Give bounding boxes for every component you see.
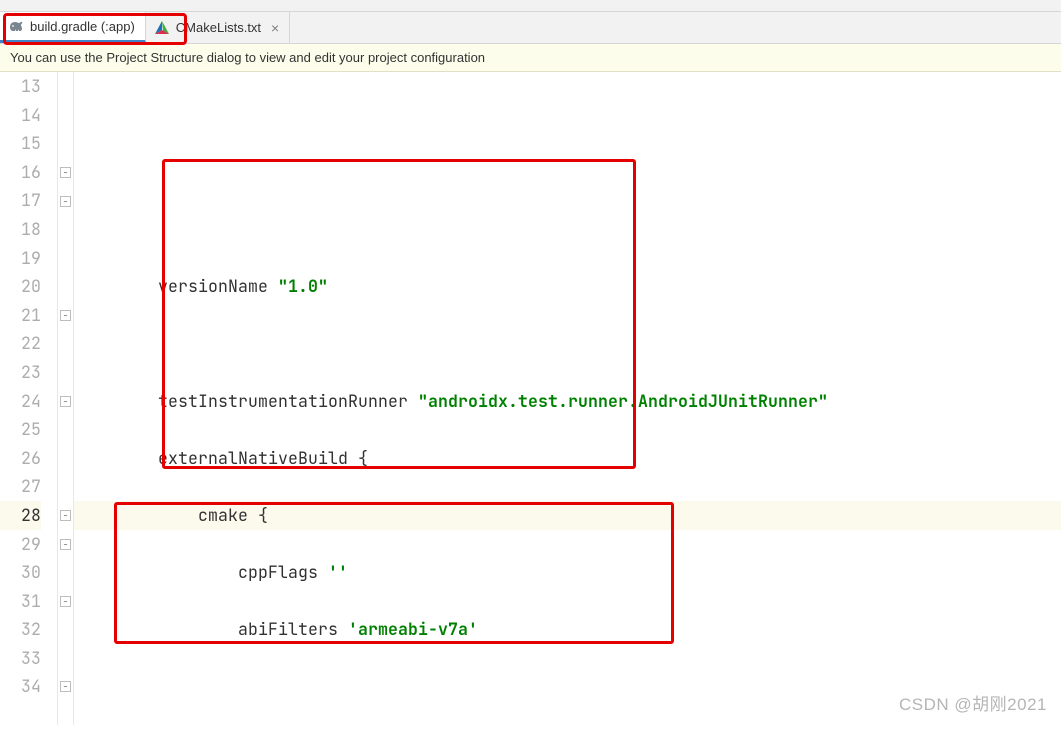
line-number: 20 (0, 272, 41, 301)
line-number: 30 (0, 558, 41, 587)
line-number: 23 (0, 358, 41, 387)
line-number: 13 (0, 72, 41, 101)
code-line: cppFlags '' (78, 558, 1061, 587)
editor-tabs: build.gradle (:app) CMakeLists.txt × (0, 12, 1061, 44)
code-line: cmake { (78, 501, 1061, 530)
line-number: 29 (0, 530, 41, 559)
line-number: 26 (0, 444, 41, 473)
line-number: 14 (0, 101, 41, 130)
cmake-icon (154, 20, 170, 36)
line-number: 18 (0, 215, 41, 244)
project-structure-hint[interactable]: You can use the Project Structure dialog… (0, 44, 1061, 72)
fold-marker[interactable]: − (60, 681, 71, 692)
code-editor[interactable]: 1314151617181920212223242526272829303132… (0, 72, 1061, 725)
fold-marker[interactable]: − (60, 196, 71, 207)
line-number: 33 (0, 644, 41, 673)
line-number: 34 (0, 672, 41, 701)
code-line (78, 672, 1061, 701)
line-number: 32 (0, 615, 41, 644)
line-number: 27 (0, 472, 41, 501)
info-text: You can use the Project Structure dialog… (10, 50, 485, 65)
line-number: 21 (0, 301, 41, 330)
line-number: 17 (0, 186, 41, 215)
line-number: 24 (0, 387, 41, 416)
close-icon[interactable]: × (271, 20, 279, 36)
code-line (78, 329, 1061, 358)
code-line: versionName "1.0" (78, 272, 1061, 301)
fold-marker[interactable]: − (60, 596, 71, 607)
tab-label: build.gradle (:app) (30, 19, 135, 34)
line-number: 28 (0, 501, 41, 530)
line-number: 16 (0, 158, 41, 187)
tab-build-gradle[interactable]: build.gradle (:app) (0, 12, 146, 43)
fold-marker[interactable]: − (60, 539, 71, 550)
code-line: abiFilters 'armeabi-v7a' (78, 615, 1061, 644)
tab-label: CMakeLists.txt (176, 20, 261, 35)
fold-column: − − − − − − − − (58, 72, 74, 725)
code-area[interactable]: versionName "1.0" testInstrumentationRun… (74, 72, 1061, 725)
line-number: 22 (0, 329, 41, 358)
code-line: testInstrumentationRunner "androidx.test… (78, 387, 1061, 416)
fold-marker[interactable]: − (60, 310, 71, 321)
line-number: 19 (0, 244, 41, 273)
code-line: externalNativeBuild { (78, 444, 1061, 473)
fold-marker[interactable]: − (60, 510, 71, 521)
elephant-icon (8, 18, 24, 34)
fold-marker[interactable]: − (60, 396, 71, 407)
line-number: 31 (0, 587, 41, 616)
tab-cmakelists[interactable]: CMakeLists.txt × (146, 12, 290, 43)
toolbar-top (0, 0, 1061, 12)
line-number-gutter: 1314151617181920212223242526272829303132… (0, 72, 58, 725)
line-number: 15 (0, 129, 41, 158)
fold-marker[interactable]: − (60, 167, 71, 178)
annotation-box-1 (162, 159, 636, 469)
line-number: 25 (0, 415, 41, 444)
